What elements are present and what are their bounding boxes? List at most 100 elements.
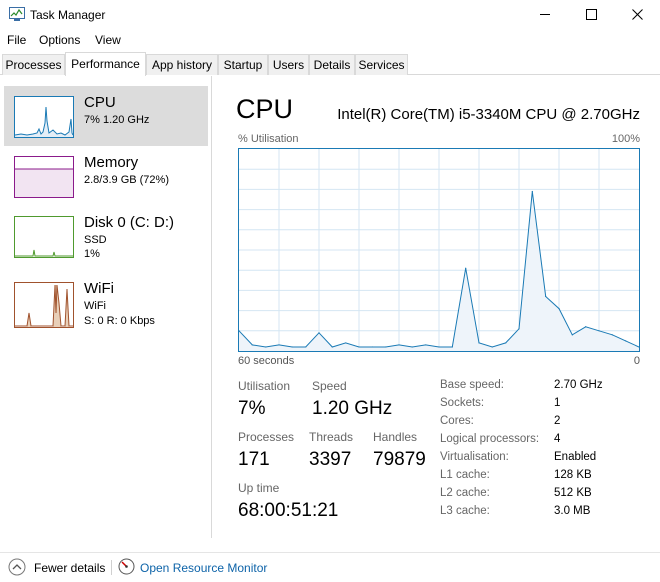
cpu-usage-point xyxy=(518,328,520,330)
open-resource-monitor-link[interactable]: Open Resource Monitor xyxy=(140,561,267,575)
resource-monitor-icon[interactable] xyxy=(118,558,135,575)
cpu-usage-point xyxy=(478,342,480,344)
handles-value: 79879 xyxy=(373,449,426,470)
cpu-usage-point xyxy=(451,346,453,348)
sidebar-wifi-value: S: 0 R: 0 Kbps xyxy=(84,315,155,327)
page-title: CPU xyxy=(236,94,294,124)
info-label-l3-cache: L3 cache: xyxy=(440,505,490,517)
sidebar-cpu-value: 7% 1.20 GHz xyxy=(84,114,150,126)
threads-value: 3397 xyxy=(309,449,352,470)
cpu-usage-point xyxy=(438,346,440,348)
tab-performance[interactable]: Performance xyxy=(65,52,146,76)
speed-value: 1.20 GHz xyxy=(312,398,393,419)
footer-separator xyxy=(111,560,112,575)
info-value-virtualisation: Enabled xyxy=(554,451,597,463)
memory-thumbnail-graph xyxy=(14,156,74,198)
chevron-up-icon[interactable] xyxy=(8,558,26,576)
info-value-l3-cache: 3.0 MB xyxy=(554,505,591,517)
sidebar-wifi-name: WiFi xyxy=(84,300,106,312)
info-label-l1-cache: L1 cache: xyxy=(440,469,490,481)
cpu-thumbnail-graph xyxy=(14,96,74,138)
close-icon xyxy=(632,9,643,20)
cpu-usage-point xyxy=(305,346,307,348)
cpu-usage-point xyxy=(425,344,427,346)
sidebar-disk-type: SSD xyxy=(84,234,107,246)
sidebar-wifi-title: WiFi xyxy=(84,280,114,297)
cpu-model: Intel(R) Core(TM) i5-3340M CPU @ 2.70GHz xyxy=(337,106,640,123)
cpu-usage-point xyxy=(491,346,493,348)
info-value-cores: 2 xyxy=(554,415,561,427)
cpu-usage-point xyxy=(251,344,253,346)
tab-processes[interactable]: Processes xyxy=(2,54,65,75)
cpu-usage-point xyxy=(558,307,560,310)
sidebar-disk-title: Disk 0 (C: D:) xyxy=(84,214,174,231)
info-label-l2-cache: L2 cache: xyxy=(440,487,490,499)
cpu-usage-point xyxy=(265,346,267,348)
handles-label: Handles xyxy=(373,430,418,444)
cpu-usage-point xyxy=(385,346,387,348)
wifi-thumbnail-graph xyxy=(14,282,74,328)
cpu-usage-point xyxy=(358,346,360,348)
cpu-usage-point xyxy=(345,342,347,344)
tab-users[interactable]: Users xyxy=(268,54,309,75)
speed-label: Speed xyxy=(312,379,347,393)
sidebar-item-memory[interactable]: Memory 2.8/3.9 GB (72%) xyxy=(4,146,208,206)
tab-startup[interactable]: Startup xyxy=(218,54,268,75)
maximize-button[interactable] xyxy=(568,0,614,30)
minimize-button[interactable] xyxy=(522,0,568,30)
cpu-usage-point xyxy=(411,346,413,348)
sidebar-item-wifi[interactable]: WiFi WiFi S: 0 R: 0 Kbps xyxy=(4,272,208,332)
graph-x-label: 60 seconds xyxy=(238,355,295,367)
info-value-l2-cache: 512 KB xyxy=(554,487,592,499)
cpu-usage-point xyxy=(331,346,333,348)
resource-list: CPU 7% 1.20 GHz Memory 2.8/3.9 GB (72%) … xyxy=(0,76,212,538)
threads-label: Threads xyxy=(309,430,354,444)
menu-view[interactable]: View xyxy=(95,33,121,47)
processes-value: 171 xyxy=(238,449,270,470)
sidebar-cpu-title: CPU xyxy=(84,94,116,111)
task-manager-icon xyxy=(9,7,25,21)
window-title: Task Manager xyxy=(30,8,106,22)
uptime-label: Up time xyxy=(238,481,280,495)
info-value-sockets: 1 xyxy=(554,397,561,409)
maximize-icon xyxy=(586,9,597,20)
footer-bar: Fewer details Open Resource Monitor xyxy=(0,552,660,582)
cpu-usage-point xyxy=(278,344,280,346)
info-label-sockets: Sockets: xyxy=(440,397,485,409)
close-button[interactable] xyxy=(614,0,660,30)
info-value-base-speed: 2.70 GHz xyxy=(554,379,603,391)
info-value-l1-cache: 128 KB xyxy=(554,469,592,481)
sidebar-memory-value: 2.8/3.9 GB (72%) xyxy=(84,174,169,186)
info-label-base-speed: Base speed: xyxy=(440,379,504,391)
cpu-usage-point xyxy=(398,344,400,346)
menu-options[interactable]: Options xyxy=(39,33,80,47)
sidebar-memory-title: Memory xyxy=(84,154,139,171)
graph-x-end: 0 xyxy=(633,355,640,367)
cpu-utilisation-graph xyxy=(238,148,640,352)
cpu-usage-point xyxy=(291,346,293,348)
fewer-details-link[interactable]: Fewer details xyxy=(34,561,105,575)
cpu-usage-point xyxy=(505,342,507,344)
utilisation-label: Utilisation xyxy=(238,379,291,393)
graph-y-max: 100% xyxy=(611,133,640,145)
cpu-usage-point xyxy=(318,332,320,334)
tab-app-history[interactable]: App history xyxy=(146,54,218,75)
tab-services[interactable]: Services xyxy=(355,54,408,75)
cpu-usage-point xyxy=(531,190,533,193)
cpu-usage-point xyxy=(545,295,547,298)
cpu-usage-point xyxy=(598,330,600,332)
tab-bar: Processes Performance App history Startu… xyxy=(0,52,660,76)
graph-y-label: % Utilisation xyxy=(238,133,299,145)
cpu-usage-point xyxy=(611,334,613,336)
cpu-usage-point xyxy=(465,267,467,269)
info-label-cores: Cores: xyxy=(440,415,474,427)
tab-details[interactable]: Details xyxy=(309,54,355,75)
menu-file[interactable]: File xyxy=(7,33,26,47)
cpu-usage-point xyxy=(585,326,587,328)
sidebar-item-cpu[interactable]: CPU 7% 1.20 GHz xyxy=(4,86,208,146)
cpu-usage-point xyxy=(625,340,627,342)
title-bar: Task Manager xyxy=(0,0,660,30)
info-label-virtualisation: Virtualisation: xyxy=(440,451,509,463)
sidebar-item-disk[interactable]: Disk 0 (C: D:) SSD 1% xyxy=(4,206,208,266)
utilisation-value: 7% xyxy=(238,398,266,419)
